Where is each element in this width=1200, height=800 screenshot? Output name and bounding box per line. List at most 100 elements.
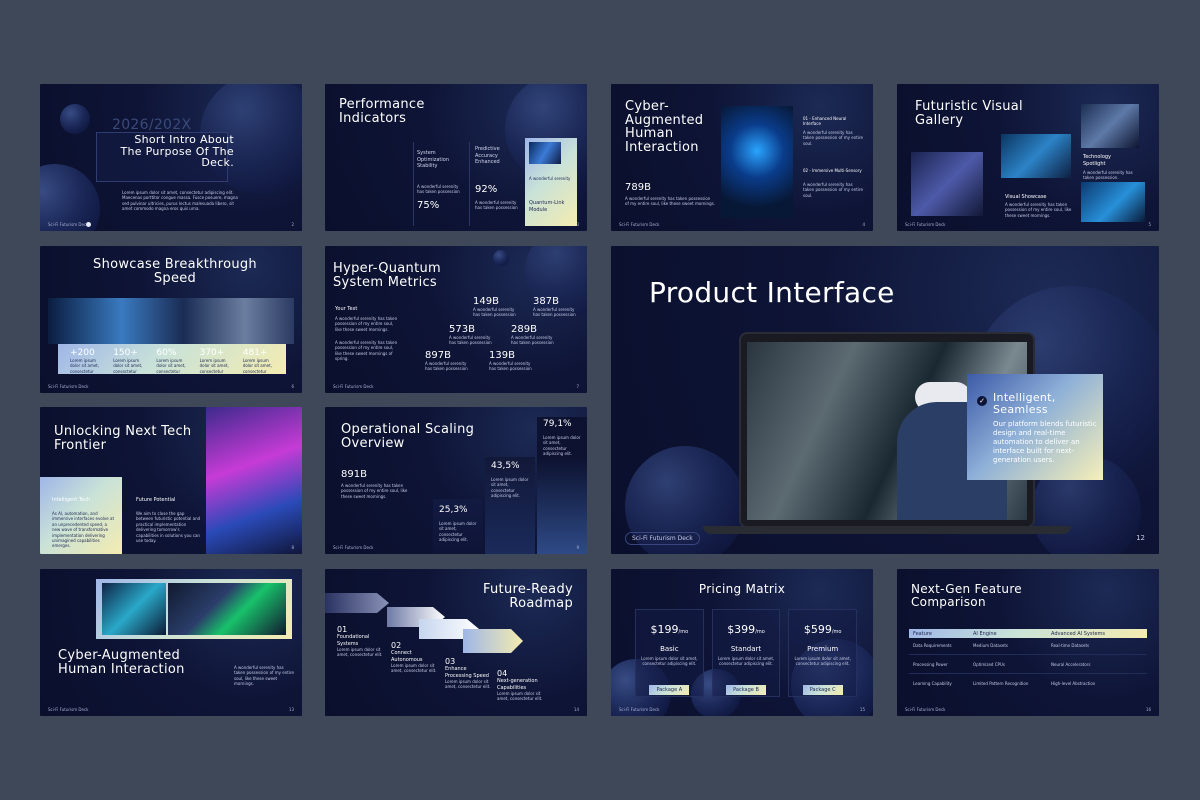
pricing-columns: $199/mo Basic Lorem ipsum dolor sit amet… bbox=[635, 609, 858, 697]
slide-title: Unlocking Next Tech Frontier bbox=[54, 424, 192, 453]
table-cell: Data Requirements bbox=[913, 643, 952, 648]
slide-title: Cyber-Augmented Human Interaction bbox=[625, 99, 704, 155]
metric-block: 289B A wonderful serenity has taken posse… bbox=[511, 324, 557, 346]
stat-value: 481+ bbox=[242, 348, 268, 358]
table-cell: Processing Power bbox=[913, 662, 948, 667]
metric-value: 387B bbox=[533, 296, 559, 307]
feature-title: 02 - Immersive Multi-Sensory bbox=[803, 168, 862, 173]
paragraph: A wonderful serenity has taken possessio… bbox=[335, 340, 398, 362]
slide-pricing[interactable]: Pricing Matrix $199/mo Basic Lorem ipsum… bbox=[611, 569, 873, 716]
slide-title: Hyper-Quantum System Metrics bbox=[333, 261, 441, 290]
page-number: 3 bbox=[576, 222, 579, 227]
gallery-caption: Visual Showcase bbox=[1005, 194, 1047, 200]
vr-thumbnail bbox=[529, 142, 561, 164]
slide-quantum-metrics[interactable]: Hyper-Quantum System Metrics Your Text A… bbox=[325, 246, 587, 393]
roadmap-step: 04 Next-generation Capabilities Lorem ipsu… bbox=[497, 669, 547, 702]
table-cell: Limited Pattern Recognition bbox=[973, 681, 1029, 686]
slide-tech-frontier[interactable]: Unlocking Next Tech Frontier Intelligent… bbox=[40, 407, 302, 554]
workspace-photo bbox=[102, 583, 166, 635]
slide-speed[interactable]: Showcase Breakthrough Speed +200 Lorem ip… bbox=[40, 246, 302, 393]
metric-value: 139B bbox=[489, 350, 515, 361]
slide-title: Product Interface bbox=[649, 276, 895, 309]
package-b-button[interactable]: Package B bbox=[726, 684, 766, 695]
slide-title: Short Intro About The Purpose Of The Dec… bbox=[120, 133, 234, 170]
slide-feature-comparison[interactable]: Next-Gen Feature Comparison Feature AI E… bbox=[897, 569, 1159, 716]
card-body: Our platform blends futuristic design an… bbox=[993, 420, 1097, 465]
step-title: Enhance Processing Speed bbox=[445, 666, 489, 679]
intro-body: Lorem ipsum dolor sit amet, consectetur … bbox=[122, 190, 238, 212]
plan-price: $399 bbox=[727, 623, 756, 636]
table-header-cell: AI Engine bbox=[973, 630, 997, 637]
slide-title: Cyber-Augmented Human Interaction bbox=[58, 648, 185, 677]
metric-value: 149B bbox=[473, 296, 499, 307]
metric-desc: A wonderful serenity has taken possessio… bbox=[533, 307, 576, 318]
slide-cyber-interaction[interactable]: Cyber-Augmented Human Interaction 789B A… bbox=[611, 84, 873, 231]
metric-label: System Optimization Stability bbox=[417, 150, 449, 169]
table-cell: High-level Abstraction bbox=[1051, 681, 1096, 686]
metric-label: Predictive Accuracy Enhanced bbox=[475, 146, 500, 165]
col-divider bbox=[413, 142, 414, 226]
pricing-card: $199/mo Basic Lorem ipsum dolor sit amet… bbox=[635, 609, 704, 697]
footer-deck-name: Sci-Fi Futurism Deck bbox=[48, 384, 89, 389]
laptop-base bbox=[703, 526, 1071, 534]
bar-desc: Lorem ipsum dolor sit amet, consectetur … bbox=[439, 521, 477, 543]
page-number: 4 bbox=[862, 222, 865, 227]
stat-desc: Lorem ipsum dolor sit amet, consectetur bbox=[113, 358, 143, 374]
roadmap-step: 03 Enhance Processing Speed Lorem ipsum do… bbox=[445, 657, 493, 690]
plan-name: Premium bbox=[807, 645, 839, 653]
page-number: 12 bbox=[1136, 534, 1145, 542]
orb-decoration bbox=[40, 164, 100, 231]
stat-desc: Lorem ipsum dolor sit amet, consectetur bbox=[199, 358, 229, 374]
slide-title: Performance Indicators bbox=[339, 97, 425, 126]
card-title: Future Potential bbox=[136, 497, 176, 503]
metric-desc: A wonderful serenity bbox=[529, 176, 571, 181]
metric-value: 289B bbox=[511, 324, 537, 335]
slide-performance[interactable]: Performance Indicators System Optimizati… bbox=[325, 84, 587, 231]
metric-desc: A wonderful serenity has taken possessio… bbox=[475, 200, 518, 211]
roadmap-step: 02 Connect Autonomous Lorem ipsum dolor si… bbox=[391, 641, 439, 674]
gallery-photo bbox=[1081, 182, 1145, 222]
footer-dot bbox=[86, 222, 91, 227]
plan-desc: Lorem ipsum dolor sit amet, consectetur … bbox=[717, 656, 775, 667]
package-a-button[interactable]: Package A bbox=[649, 684, 690, 695]
orb-decoration bbox=[493, 250, 509, 266]
footer-deck-name: Sci-Fi Futurism Deck bbox=[619, 222, 660, 227]
slide-scaling[interactable]: Operational Scaling Overview 891B A wond… bbox=[325, 407, 587, 554]
slide-roadmap[interactable]: Future-Ready Roadmap 01 Foundational Syst… bbox=[325, 569, 587, 716]
step-number: 02 bbox=[391, 641, 402, 650]
plan-period: /mo bbox=[678, 629, 689, 635]
plan-name: Standart bbox=[730, 645, 762, 653]
card-title: Intelligent, Seamless bbox=[993, 391, 1056, 416]
table-cell: Real-time Datasets bbox=[1051, 643, 1090, 648]
gallery-desc: A wonderful serenity has taken possessio… bbox=[1005, 202, 1072, 218]
page-number: 6 bbox=[291, 384, 294, 389]
orb-decoration bbox=[60, 104, 90, 134]
pricing-card: $599/mo Premium Lorem ipsum dolor sit am… bbox=[788, 609, 858, 697]
slide-gallery[interactable]: Futuristic Visual Gallery Visual Showcas… bbox=[897, 84, 1159, 231]
page-number: 15 bbox=[859, 707, 865, 712]
plan-desc: Lorem ipsum dolor sit amet, consectetur … bbox=[794, 656, 851, 667]
footer-deck-name: Sci-Fi Futurism Deck bbox=[333, 545, 374, 550]
slide-product-interface[interactable]: Product Interface ✓ Intelligent, Seamles… bbox=[611, 246, 1159, 554]
slide-cyber-augmented[interactable]: Cyber-Augmented Human Interaction A wond… bbox=[40, 569, 302, 716]
step-desc: Lorem ipsum dolor sit amet, consectetur … bbox=[391, 663, 437, 674]
hologram-photo bbox=[206, 407, 302, 554]
table-row: Data Requirements Medium Datasets Real-t… bbox=[909, 643, 1147, 655]
metric-value: 573B bbox=[449, 324, 475, 335]
slide-title: Showcase Breakthrough Speed bbox=[93, 257, 257, 286]
slide-intro[interactable]: 2026/202X Short Intro About The Purpose … bbox=[40, 84, 302, 231]
package-c-button[interactable]: Package C bbox=[802, 684, 843, 695]
plan-price: $199 bbox=[650, 623, 679, 636]
page-number: 2 bbox=[291, 222, 294, 227]
year-label: 2026/202X bbox=[112, 117, 192, 133]
step-desc: Lorem ipsum dolor sit amet, consectetur … bbox=[445, 679, 491, 690]
step-title: Connect Autonomous bbox=[391, 650, 423, 663]
stat-desc: A wonderful serenity has taken possessio… bbox=[625, 196, 715, 207]
stat-value: 370+ bbox=[199, 348, 225, 358]
metric-desc: A wonderful serenity has taken possessio… bbox=[425, 361, 468, 372]
gallery-caption: Technology Spotlight bbox=[1083, 154, 1112, 167]
feature-title: 01 - Enhanced Neural Interface bbox=[803, 116, 847, 127]
metric-desc: A wonderful serenity has taken possessio… bbox=[417, 184, 460, 195]
metric-label: Quantum-Link Module bbox=[529, 200, 565, 213]
metric-block: 139B A wonderful serenity has taken posse… bbox=[489, 350, 535, 372]
